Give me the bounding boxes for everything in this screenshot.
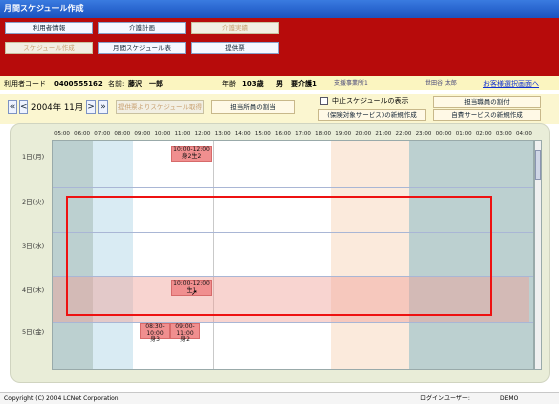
user-info-strip: 利用者コード 0400555162 名前: 藤沢 一郎 年齢 103歳 男 要介… (0, 78, 559, 90)
row-divider (53, 322, 533, 323)
scrollbar-thumb[interactable] (535, 150, 541, 180)
get-schedule-from-slip-button[interactable]: 提供票よりスケジュール取得 (116, 100, 204, 114)
new-private-service-button[interactable]: 自費サービスの新規作成 (433, 109, 541, 121)
time-tick-label: 04:00 (515, 131, 532, 137)
time-tick-label: 10:00 (154, 131, 171, 137)
prev-month-button[interactable]: < (19, 100, 28, 114)
time-tick-label: 18:00 (315, 131, 331, 137)
copyright-text: Copyright (C) 2004 LCNet Corporation (4, 395, 119, 402)
user-code-value: 0400555162 (54, 80, 103, 88)
time-tick-label: 22:00 (395, 131, 412, 137)
time-tick-label: 21:00 (375, 131, 392, 137)
status-bar: Copyright (C) 2004 LCNet Corporation ログイ… (0, 392, 559, 404)
prev-year-button[interactable]: « (8, 100, 17, 114)
event-type: 身2生2 (181, 152, 202, 160)
time-tick-label: 07:00 (94, 131, 111, 137)
highlight-rectangle (66, 196, 492, 316)
show-cancelled-checkbox[interactable] (320, 97, 328, 105)
name-label: 名前: (108, 80, 125, 88)
day-label: 4日(木) (22, 286, 45, 294)
customer-select-link[interactable]: お客様選択画面へ (483, 78, 539, 90)
row-divider (53, 187, 533, 188)
day-label: 5日(金) (22, 328, 45, 336)
staff-name: 世田谷 太郎 (425, 80, 457, 87)
schedule-create-button[interactable]: スケジュール作成 (5, 42, 93, 54)
login-user-value: DEMO (500, 395, 519, 402)
time-tick-label: 11:00 (174, 131, 191, 137)
time-tick-label: 03:00 (495, 131, 512, 137)
menu-user-info-button[interactable]: 利用者情報 (5, 22, 93, 34)
time-tick-label: 19:00 (335, 131, 352, 137)
day-label: 3日(水) (22, 242, 45, 250)
care-level-value: 要介護1 (291, 80, 317, 88)
time-tick-label: 16:00 (274, 131, 291, 137)
age-label: 年齢 (222, 80, 236, 88)
age-value: 103歳 (242, 80, 264, 88)
gender-value: 男 (276, 80, 283, 88)
day-label: 2日(火) (22, 198, 45, 206)
user-name: 藤沢 一郎 (128, 80, 163, 88)
time-tick-label: 00:00 (435, 131, 452, 137)
time-tick-label: 23:00 (415, 131, 432, 137)
menu-care-plan-button[interactable]: 介護計画 (98, 22, 186, 34)
time-tick-label: 13:00 (214, 131, 231, 137)
event-type: 身2 (180, 336, 190, 343)
year-month-label: 2004年 11月 (31, 103, 84, 113)
next-year-button[interactable]: » (98, 100, 108, 114)
login-user-label: ログインユーザー: (420, 395, 470, 402)
provision-slip-button[interactable]: 提供票 (191, 42, 279, 54)
office-name: 支援事業所1 (334, 80, 368, 87)
time-tick-label: 05:00 (54, 131, 70, 137)
time-tick-label: 02:00 (475, 131, 492, 137)
show-cancelled-label: 中止スケジュールの表示 (332, 97, 409, 105)
schedule-event[interactable]: 09:00-11:00 身2 (170, 323, 200, 343)
time-tick-label: 17:00 (295, 131, 311, 137)
time-tick-label: 08:00 (114, 131, 131, 137)
next-month-button[interactable]: > (86, 100, 96, 114)
time-tick-label: 01:00 (455, 131, 472, 137)
monthly-schedule-table-button[interactable]: 月間スケジュール表 (98, 42, 186, 54)
schedule-event[interactable]: 10:00-12:00 身2生2 (171, 146, 212, 162)
time-tick-label: 20:00 (355, 131, 372, 137)
time-tick-label: 09:00 (134, 131, 151, 137)
time-tick-label: 06:00 (74, 131, 90, 137)
assign-staff-button[interactable]: 担当所員の割当 (211, 100, 295, 114)
window-title: 月間スケジュール作成 (0, 0, 559, 18)
time-tick-label: 15:00 (254, 131, 271, 137)
user-code-label: 利用者コード (4, 80, 46, 88)
time-tick-label: 12:00 (194, 131, 211, 137)
assign-charge-staff-button[interactable]: 担当職員の割付 (433, 96, 541, 108)
mouse-cursor-icon: ➚ (191, 288, 198, 297)
time-tick-label: 14:00 (234, 131, 251, 137)
new-insured-service-button[interactable]: (保険対象サービス)の新規作成 (318, 109, 426, 121)
day-label: 1日(月) (22, 153, 45, 161)
menu-care-record-button[interactable]: 介護実績 (191, 22, 279, 34)
schedule-event[interactable]: 08:30-10:00 身3 (140, 323, 170, 343)
event-type: 身3 (150, 336, 160, 343)
